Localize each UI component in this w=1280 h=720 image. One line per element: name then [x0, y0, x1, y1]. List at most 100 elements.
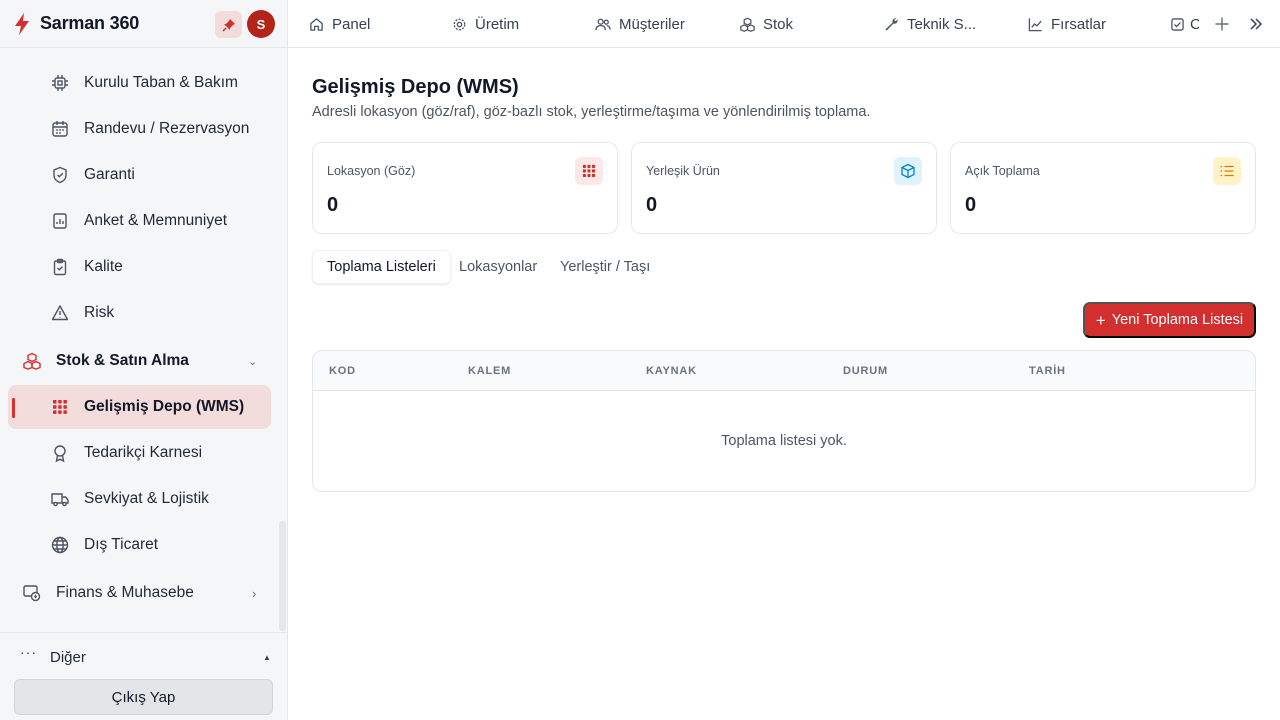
sidebar-item-label: Dış Ticaret	[84, 536, 159, 553]
globe-icon	[50, 535, 70, 555]
home-icon	[308, 16, 324, 32]
sidebar-item-supplier-scorecard[interactable]: Tedarikçi Karnesi	[8, 431, 271, 475]
column-header-code[interactable]: KOD	[329, 365, 356, 377]
sidebar-item-label: Kurulu Taban & Bakım	[84, 74, 238, 91]
sidebar-item-label: Risk	[84, 304, 115, 321]
sidebar-group-label: Stok & Satın Alma	[56, 352, 189, 369]
tab-label: Üretim	[475, 15, 520, 33]
tab-customers[interactable]: Müşteriler	[595, 0, 685, 48]
survey-icon	[50, 211, 70, 231]
brand-name: Sarman 360	[40, 13, 140, 33]
users-icon	[595, 16, 611, 32]
logout-button[interactable]: Çıkış Yap	[14, 679, 273, 715]
top-tab-bar: Panel Üretim Müşteriler Stok Teknik S...…	[288, 0, 1280, 48]
sidebar-item-label: Sevkiyat & Lojistik	[84, 490, 209, 507]
empty-state: Toplama listesi yok.	[721, 433, 847, 449]
subtab-locations[interactable]: Lokasyonlar	[445, 250, 551, 284]
tab-stock[interactable]: Stok	[739, 0, 793, 48]
sidebar-item-wms[interactable]: Gelişmiş Depo (WMS)	[8, 385, 271, 429]
wrench-icon	[883, 16, 899, 32]
stat-value: 0	[965, 194, 977, 216]
avatar[interactable]: S	[247, 10, 275, 38]
plus-icon	[1215, 17, 1229, 31]
brand: Sarman 360 S	[0, 0, 287, 48]
sidebar-group-stock[interactable]: Stok & Satın Alma ⌄	[8, 339, 271, 383]
sidebar-item-warranty[interactable]: Garanti	[8, 153, 271, 197]
chip-icon	[50, 73, 70, 93]
sidebar-group-finance[interactable]: Finans & Muhasebe ›	[8, 571, 271, 615]
tab-panel[interactable]: Panel	[308, 0, 370, 48]
caret-up-icon: ▲	[263, 652, 271, 662]
pin-icon	[221, 18, 235, 32]
sidebar-item-foreign-trade[interactable]: Dış Ticaret	[8, 523, 271, 567]
subtab-pick-lists[interactable]: Toplama Listeleri	[312, 250, 451, 284]
sidebar-item-risk[interactable]: Risk	[8, 291, 271, 335]
plus-icon: +	[1095, 310, 1106, 330]
boxes-icon	[22, 351, 42, 371]
grid-icon	[575, 157, 603, 185]
new-pick-list-button[interactable]: + Yeni Toplama Listesi	[1083, 302, 1256, 338]
chevron-right-icon: ›	[252, 585, 257, 601]
sidebar-item-installed-base[interactable]: Kurulu Taban & Bakım	[8, 61, 271, 105]
tab-label: C	[1190, 15, 1199, 33]
table-header: KOD KALEM KAYNAK DURUM TARİH	[313, 351, 1255, 391]
sidebar-item-label: Kalite	[84, 258, 123, 275]
truck-icon	[50, 489, 70, 509]
sidebar-item-label: Anket & Memnuniyet	[84, 212, 228, 229]
other-menu-toggle[interactable]: ··· Diğer ▲	[14, 643, 273, 671]
stat-value: 0	[327, 194, 339, 216]
sidebar-scrollbar[interactable]	[279, 521, 286, 631]
gear-icon	[451, 16, 467, 32]
page-title: Gelişmiş Depo (WMS)	[312, 76, 519, 98]
column-header-date[interactable]: TARİH	[1029, 365, 1066, 377]
pick-lists-table: KOD KALEM KAYNAK DURUM TARİH Toplama lis…	[312, 350, 1256, 492]
trend-icon	[1027, 16, 1043, 32]
stat-label: Lokasyon (Göz)	[327, 164, 416, 178]
active-indicator	[12, 398, 15, 418]
button-label: Yeni Toplama Listesi	[1111, 312, 1244, 328]
sidebar: Sarman 360 S Kurulu Taban & Bakım Randev…	[0, 0, 288, 720]
tab-label: Panel	[332, 15, 371, 33]
stat-label: Yerleşik Ürün	[646, 164, 720, 178]
grid-icon	[50, 397, 70, 417]
main-content: Gelişmiş Depo (WMS) Adresli lokasyon (gö…	[288, 48, 1280, 720]
sidebar-item-quality[interactable]: Kalite	[8, 245, 271, 289]
sidebar-item-shipping[interactable]: Sevkiyat & Lojistik	[8, 477, 271, 521]
sidebar-item-label: Randevu / Rezervasyon	[84, 120, 250, 137]
checkbox-icon	[1171, 16, 1184, 32]
shield-icon	[50, 165, 70, 185]
bolt-logo-icon	[12, 12, 32, 36]
tab-label: Fırsatlar	[1051, 15, 1107, 33]
tab-label: Müşteriler	[619, 15, 685, 33]
stat-card-open-picking: Açık Toplama 0	[950, 142, 1256, 234]
stat-value: 0	[646, 194, 658, 216]
chevron-down-icon: ⌄	[248, 355, 258, 368]
sidebar-item-survey[interactable]: Anket & Memnuniyet	[8, 199, 271, 243]
sidebar-item-appointment[interactable]: Randevu / Rezervasyon	[8, 107, 271, 151]
calendar-icon	[50, 119, 70, 139]
stat-card-locations: Lokasyon (Göz) 0	[312, 142, 618, 234]
tabs-more-button[interactable]	[1246, 14, 1266, 34]
column-header-status[interactable]: DURUM	[843, 365, 888, 377]
sidebar-item-label: Gelişmiş Depo (WMS)	[84, 398, 245, 415]
double-chevron-right-icon	[1250, 18, 1263, 30]
other-label: Diğer	[50, 648, 86, 666]
add-tab-button[interactable]	[1212, 14, 1232, 34]
cube-icon	[894, 157, 922, 185]
tab-label: Stok	[763, 15, 794, 33]
column-header-source[interactable]: KAYNAK	[646, 365, 697, 377]
column-header-items[interactable]: KALEM	[468, 365, 511, 377]
tab-production[interactable]: Üretim	[451, 0, 519, 48]
pin-button[interactable]	[215, 11, 242, 38]
tab-opportunities[interactable]: Fırsatlar	[1027, 0, 1106, 48]
subtab-putaway-move[interactable]: Yerleştir / Taşı	[546, 250, 664, 284]
tab-technical-service[interactable]: Teknik S...	[883, 0, 976, 48]
more-dots-icon: ···	[20, 644, 37, 660]
sidebar-nav: Kurulu Taban & Bakım Randevu / Rezervasy…	[0, 48, 287, 632]
stat-label: Açık Toplama	[965, 164, 1040, 178]
stat-card-placed-products: Yerleşik Ürün 0	[631, 142, 937, 234]
tab-overflow[interactable]: C	[1171, 0, 1199, 48]
sidebar-item-label: Garanti	[84, 166, 135, 183]
sidebar-footer: ··· Diğer ▲ Çıkış Yap	[0, 632, 287, 720]
finance-icon	[22, 583, 42, 603]
